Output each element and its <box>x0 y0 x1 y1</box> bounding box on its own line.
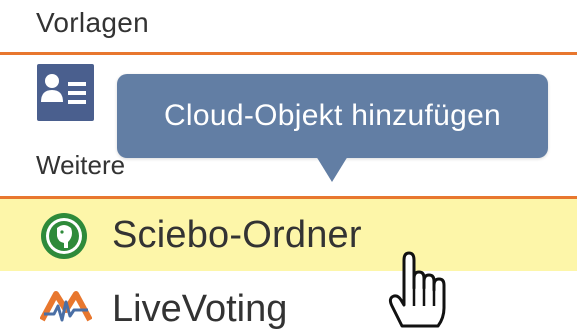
livevoting-icon <box>39 286 93 326</box>
hand-pointer-icon <box>376 248 460 328</box>
tooltip-arrow <box>316 156 348 182</box>
section-divider <box>0 52 577 55</box>
section-header-vorlagen: Vorlagen <box>36 7 149 38</box>
tooltip-text: Cloud-Objekt hinzufügen <box>163 99 502 132</box>
contact-card-icon[interactable] <box>37 64 94 121</box>
sciebo-icon <box>40 212 88 260</box>
tooltip: Cloud-Objekt hinzufügen <box>117 74 548 158</box>
section-header-weitere: Weitere <box>36 150 126 180</box>
menu-item-label: Sciebo-Ordner <box>112 214 362 256</box>
